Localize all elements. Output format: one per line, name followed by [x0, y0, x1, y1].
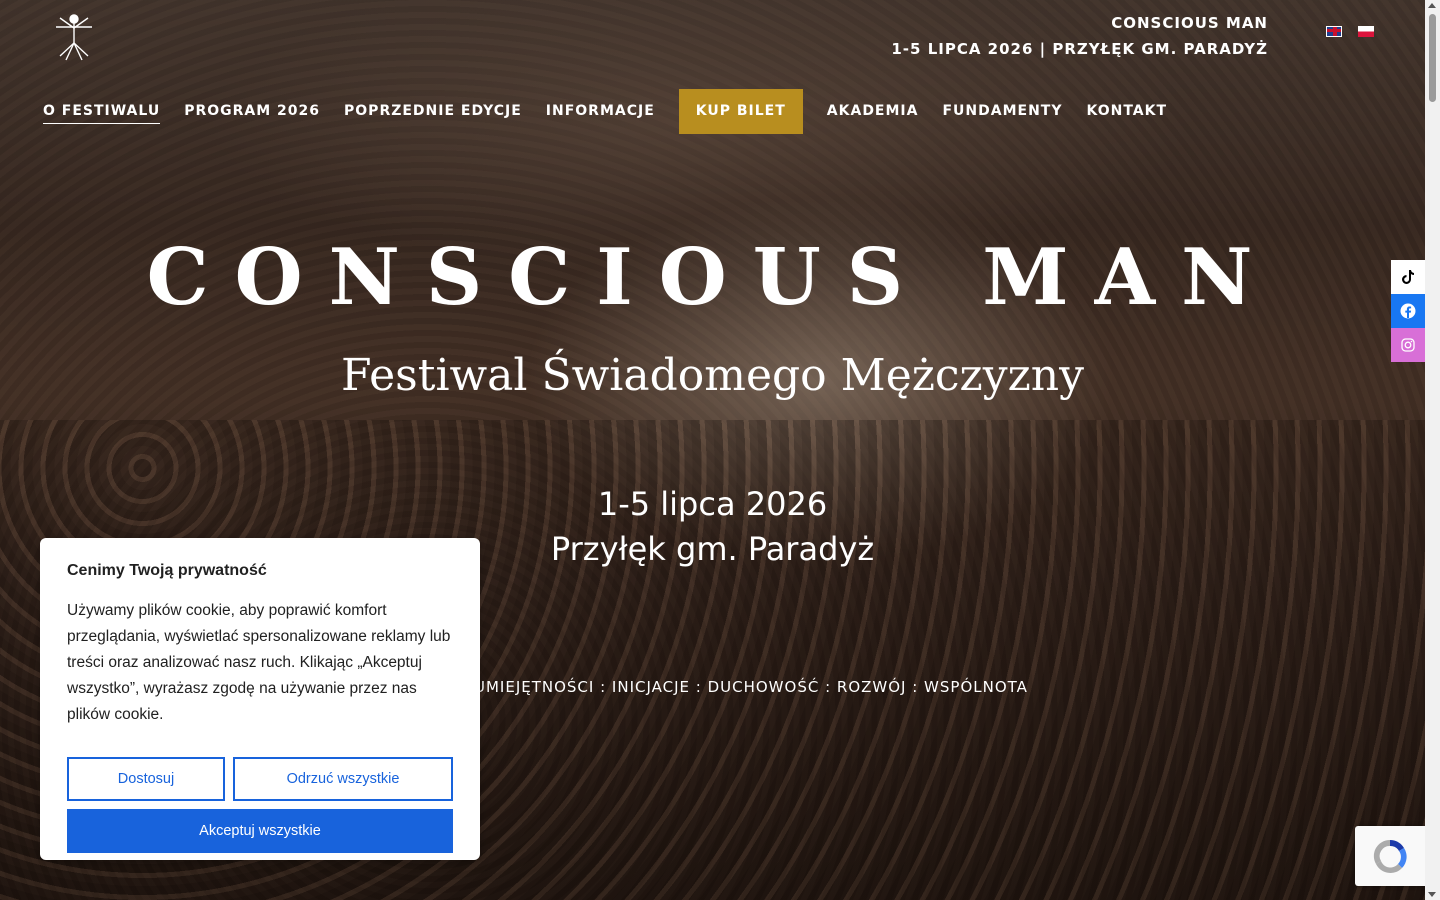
instagram-icon[interactable] [1391, 328, 1425, 362]
vitruvian-man-icon [56, 14, 92, 61]
english-flag-icon[interactable] [1326, 26, 1342, 37]
cookie-secondary-actions: Dostosuj Odrzuć wszystkie [67, 757, 453, 801]
cookie-title: Cenimy Twoją prywatność [67, 562, 267, 579]
scroll-down-arrow-icon[interactable] [1428, 892, 1436, 897]
nav-item-akademia[interactable]: AKADEMIA [827, 99, 919, 123]
scrollbar-thumb[interactable] [1429, 14, 1436, 102]
hero-dates: 1-5 lipca 2026 [597, 485, 828, 523]
hero-tags: UMIEJĘTNOŚCI : INICJACJE : DUCHOWOŚĆ : R… [474, 678, 1028, 696]
facebook-icon[interactable] [1391, 294, 1425, 328]
header-event-info: CONSCIOUS MAN 1-5 LIPCA 2026 | PRZYŁĘK G… [891, 10, 1268, 62]
cookie-consent-dialog: Cenimy Twoją prywatność Używamy plików c… [40, 538, 480, 860]
customize-button[interactable]: Dostosuj [67, 757, 225, 801]
hero-title: CONSCIOUS MAN [146, 232, 1279, 323]
scroll-up-arrow-icon[interactable] [1428, 3, 1436, 8]
site-logo[interactable] [48, 10, 100, 62]
main-nav: O FESTIWALU PROGRAM 2026 POPRZEDNIE EDYC… [43, 88, 1191, 134]
nav-item-program[interactable]: PROGRAM 2026 [184, 99, 320, 123]
tiktok-icon[interactable] [1391, 260, 1425, 294]
nav-item-poprzednie-edycje[interactable]: POPRZEDNIE EDYCJE [344, 99, 522, 123]
page-scrollbar[interactable] [1425, 0, 1440, 900]
header-event-line: 1-5 LIPCA 2026 | PRZYŁĘK GM. PARADYŻ [891, 40, 1268, 58]
buy-ticket-button[interactable]: KUP BILET [678, 88, 803, 134]
recaptcha-badge[interactable] [1355, 826, 1425, 886]
accept-all-button[interactable]: Akceptuj wszystkie [67, 809, 453, 853]
header-site-name: CONSCIOUS MAN [1111, 14, 1268, 32]
language-switcher [1326, 26, 1374, 37]
hero-subtitle: Festiwal Świadomego Mężczyzny [341, 350, 1084, 401]
nav-item-informacje[interactable]: INFORMACJE [546, 99, 655, 123]
cookie-description: Używamy plików cookie, aby poprawić komf… [67, 602, 451, 723]
reject-all-button[interactable]: Odrzuć wszystkie [233, 757, 453, 801]
social-sidebar [1391, 260, 1425, 362]
polish-flag-icon[interactable] [1358, 26, 1374, 37]
nav-item-fundamenty[interactable]: FUNDAMENTY [942, 99, 1062, 123]
recaptcha-icon [1373, 839, 1407, 873]
nav-item-kontakt[interactable]: KONTAKT [1087, 99, 1168, 123]
nav-item-o-festiwalu[interactable]: O FESTIWALU [43, 99, 161, 124]
